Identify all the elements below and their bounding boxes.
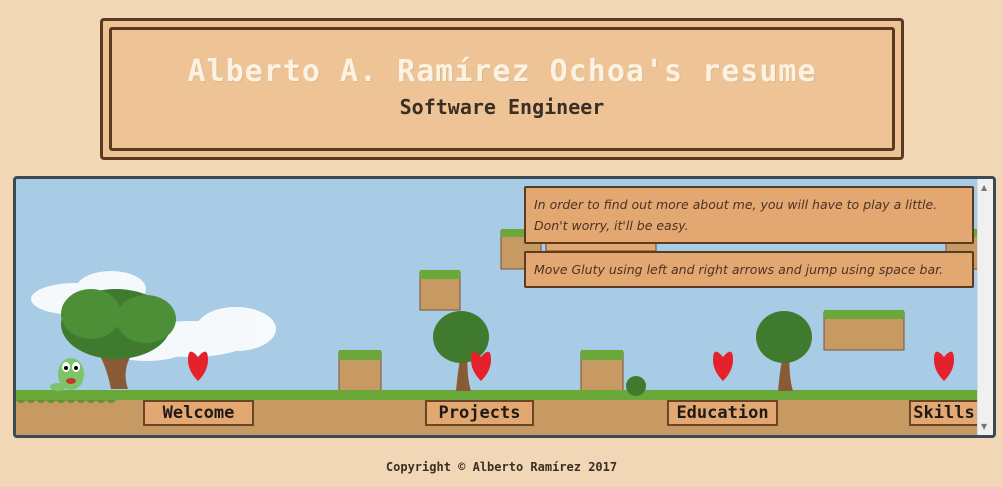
heart-icon	[713, 351, 733, 381]
scroll-up-icon[interactable]: ▲	[981, 183, 987, 192]
game-canvas[interactable]: Welcome Projects Education Skills In ord…	[13, 176, 996, 438]
page-subtitle: Software Engineer	[399, 95, 605, 119]
resume-header-inner: Alberto A. Ramírez Ochoa's resume Softwa…	[109, 27, 895, 151]
heart-icon	[471, 351, 491, 381]
resume-header: Alberto A. Ramírez Ochoa's resume Softwa…	[100, 18, 904, 160]
page-title: Alberto A. Ramírez Ochoa's resume	[187, 54, 817, 89]
bush	[626, 376, 646, 396]
sign-welcome[interactable]: Welcome	[143, 400, 254, 426]
vertical-scrollbar[interactable]: ▲ ▼	[977, 179, 993, 435]
scroll-down-icon[interactable]: ▼	[981, 422, 987, 431]
gluty-character	[50, 358, 84, 391]
footer-copyright: Copyright © Alberto Ramírez 2017	[385, 460, 618, 474]
sign-skills[interactable]: Skills	[909, 400, 979, 426]
floating-platform	[419, 229, 981, 351]
sign-education[interactable]: Education	[667, 400, 778, 426]
tree	[756, 311, 812, 391]
tooltip-controls: Move Gluty using left and right arrows a…	[524, 251, 974, 288]
sign-projects[interactable]: Projects	[425, 400, 534, 426]
heart-icon	[934, 351, 954, 381]
tooltip-intro: In order to find out more about me, you …	[524, 186, 974, 244]
